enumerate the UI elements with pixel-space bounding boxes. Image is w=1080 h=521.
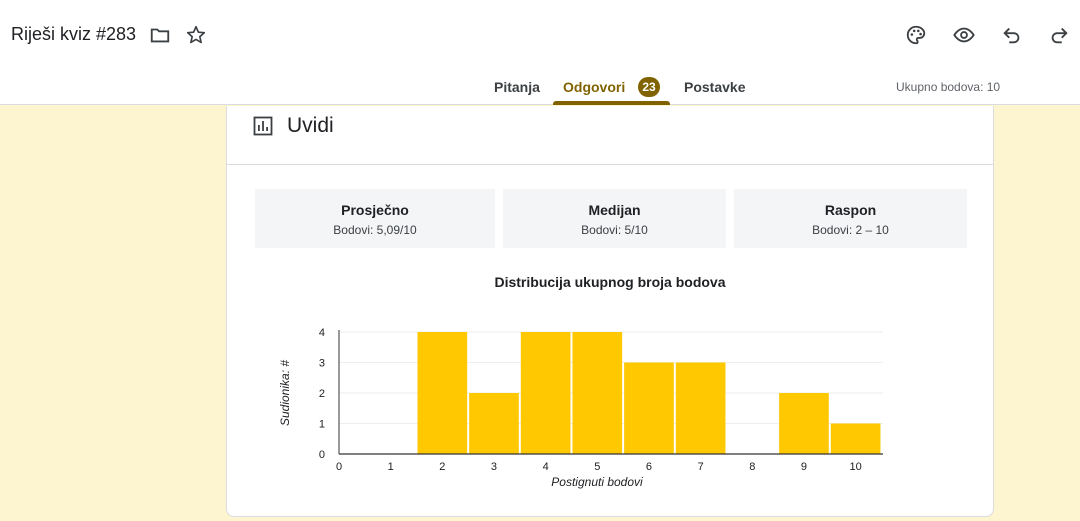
chart-title: Distribucija ukupnog broja bodova bbox=[494, 274, 726, 290]
total-points: Ukupno bodova: 10 bbox=[896, 80, 1001, 94]
bar bbox=[779, 393, 829, 454]
stat-range-label: Raspon bbox=[824, 202, 877, 218]
bar bbox=[830, 423, 881, 454]
x-tick-label: 3 bbox=[491, 461, 497, 473]
stat-median-label: Medijan bbox=[588, 202, 641, 218]
stat-average-label: Prosječno bbox=[341, 202, 409, 218]
x-tick-label: 2 bbox=[439, 461, 445, 473]
y-tick-label: 1 bbox=[319, 419, 325, 431]
star-icon[interactable] bbox=[184, 23, 208, 47]
bar bbox=[469, 393, 519, 454]
stat-median: Medijan Bodovi: 5/10 bbox=[503, 189, 726, 248]
x-tick-label: 5 bbox=[594, 461, 600, 473]
y-axis-title: Sudionika: # bbox=[278, 360, 292, 426]
insights-header: Uvidi bbox=[227, 106, 993, 165]
insights-title: Uvidi bbox=[287, 114, 334, 137]
score-distribution-chart: 0 1 2 3 4 0 1 2 3 4 5 6 7 8 9 10 Postignuti bodovi Sudion… bbox=[278, 327, 883, 489]
tab-settings[interactable]: Postavke bbox=[684, 70, 745, 105]
stat-median-value: Bodovi: 5/10 bbox=[581, 223, 648, 237]
stat-range: Raspon Bodovi: 2 – 10 bbox=[734, 189, 967, 248]
palette-icon[interactable] bbox=[904, 23, 928, 47]
form-title[interactable]: Riješi kviz #283 bbox=[11, 24, 136, 45]
bar bbox=[624, 362, 674, 454]
x-tick-label: 1 bbox=[388, 461, 394, 473]
bar bbox=[675, 362, 726, 454]
x-tick-label: 4 bbox=[543, 461, 549, 473]
bar bbox=[417, 332, 468, 454]
bar bbox=[572, 332, 623, 454]
insights-chart-icon bbox=[253, 116, 273, 136]
x-tick-label: 8 bbox=[749, 461, 755, 473]
y-tick-label: 0 bbox=[319, 449, 325, 461]
y-tick-label: 3 bbox=[319, 358, 325, 370]
tab-questions[interactable]: Pitanja bbox=[494, 70, 540, 105]
folder-icon[interactable] bbox=[148, 23, 172, 47]
stat-range-value: Bodovi: 2 – 10 bbox=[812, 223, 889, 237]
y-tick-label: 4 bbox=[319, 327, 325, 339]
active-tab-indicator bbox=[553, 101, 670, 105]
stat-average: Prosječno Bodovi: 5,09/10 bbox=[255, 189, 495, 248]
bar bbox=[520, 332, 571, 454]
x-tick-label: 7 bbox=[698, 461, 704, 473]
insights-card: Uvidi Prosječno Bodovi: 5,09/10 Medijan … bbox=[226, 106, 994, 517]
x-tick-label: 0 bbox=[336, 461, 342, 473]
redo-icon[interactable] bbox=[1047, 23, 1071, 47]
x-tick-label: 6 bbox=[646, 461, 652, 473]
x-tick-label: 9 bbox=[801, 461, 807, 473]
eye-icon[interactable] bbox=[952, 23, 976, 47]
y-tick-label: 2 bbox=[319, 388, 325, 400]
tab-responses[interactable]: Odgovori bbox=[563, 70, 625, 105]
x-tick-label: 10 bbox=[849, 461, 861, 473]
top-header: Riješi kviz #283 Pitanja Odgovori 23 Pos… bbox=[0, 0, 1080, 105]
responses-count-badge: 23 bbox=[638, 77, 660, 97]
x-axis-title: Postignuti bodovi bbox=[551, 475, 643, 489]
stat-average-value: Bodovi: 5,09/10 bbox=[333, 223, 417, 237]
undo-icon[interactable] bbox=[1000, 23, 1024, 47]
